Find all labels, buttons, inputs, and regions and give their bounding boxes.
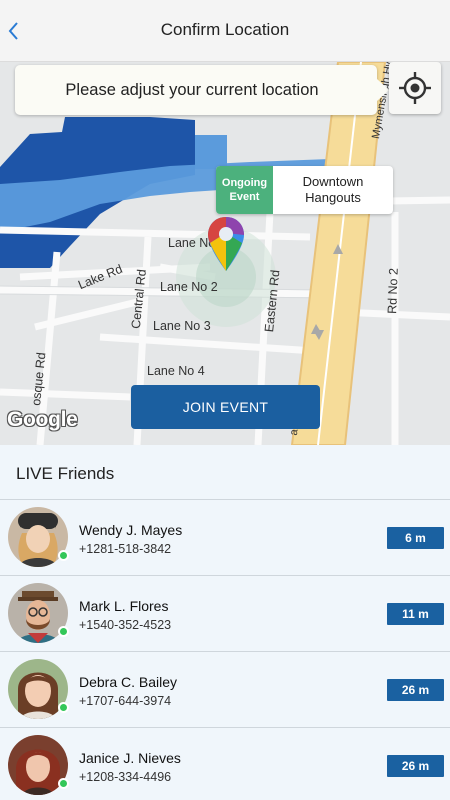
road-label: Lane No 3	[153, 319, 211, 333]
location-pin-icon[interactable]	[205, 215, 247, 280]
friend-phone: +1208-334-4496	[79, 770, 172, 784]
section-title: LIVE Friends	[16, 464, 115, 483]
adjust-location-banner: Please adjust your current location	[15, 65, 389, 115]
page-title: Confirm Location	[160, 20, 290, 39]
my-location-button[interactable]	[389, 62, 441, 114]
online-status-dot	[58, 626, 69, 637]
friend-phone: +1707-644-3974	[79, 694, 172, 708]
friend-name: Janice J. Nieves	[79, 750, 181, 766]
friend-row[interactable]: Debra C. Bailey +1707-644-3974 26 m	[0, 651, 450, 727]
join-event-button[interactable]: JOIN EVENT	[131, 385, 320, 429]
road-label: Lane No 4	[147, 364, 205, 378]
banner-text: Please adjust your current location	[65, 81, 319, 99]
event-status-badge: Ongoing Event	[216, 166, 273, 214]
friend-name: Mark L. Flores	[79, 598, 169, 614]
distance-badge: 6 m	[387, 527, 444, 549]
event-card[interactable]: Ongoing Event Downtown Hangouts	[216, 166, 393, 214]
friend-row[interactable]: Wendy J. Mayes +1281-518-3842 6 m	[0, 499, 450, 575]
google-logo: Google	[7, 408, 78, 431]
live-friends-panel: LIVE Friends Wendy J. Mayes +1281-518-38…	[0, 445, 450, 800]
distance-badge: 11 m	[387, 603, 444, 625]
distance-badge: 26 m	[387, 755, 444, 777]
friend-row[interactable]: Janice J. Nieves +1208-334-4496 26 m	[0, 727, 450, 800]
friend-name: Debra C. Bailey	[79, 674, 178, 690]
top-bar: Confirm Location	[0, 0, 450, 62]
event-name: Downtown Hangouts	[302, 174, 364, 205]
distance-badge: 26 m	[387, 679, 444, 701]
friend-phone: +1540-352-4523	[79, 618, 172, 632]
friend-row[interactable]: Mark L. Flores +1540-352-4523 11 m	[0, 575, 450, 651]
road-label: Rd No 2	[385, 267, 401, 315]
crosshair-icon	[399, 72, 431, 104]
road-label: Lane No 2	[160, 280, 218, 294]
online-status-dot	[58, 702, 69, 713]
online-status-dot	[58, 778, 69, 789]
friend-name: Wendy J. Mayes	[79, 522, 183, 538]
online-status-dot	[58, 550, 69, 561]
friend-phone: +1281-518-3842	[79, 542, 172, 556]
map-view[interactable]: Lane No 2 Lane No 2 Lane No 3 Lane No 4 …	[0, 62, 450, 445]
